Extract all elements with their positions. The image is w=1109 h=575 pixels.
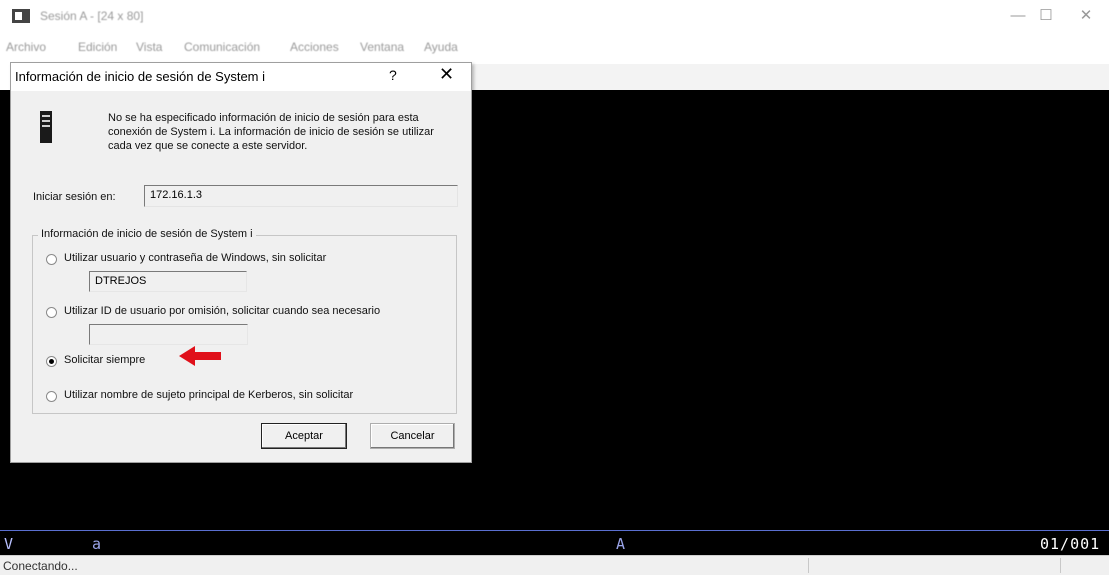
dialog-title: Información de inicio de sesión de Syste… <box>15 69 266 84</box>
menubar: Archivo Edición Vista Comunicación Accio… <box>0 34 1109 58</box>
dialog-message: No se ha especificado información de ini… <box>108 112 434 152</box>
annotation-arrow-icon <box>179 346 221 366</box>
connection-status: Conectando... <box>3 559 78 573</box>
accept-button[interactable]: Aceptar <box>261 423 347 449</box>
terminal-status-line: V a A 01/001 <box>0 530 1109 556</box>
windows-user-field: DTREJOS <box>89 271 247 292</box>
host-field: 172.16.1.3 <box>144 185 458 207</box>
cursor-position: 01/001 <box>1040 535 1101 553</box>
dialog-titlebar: Información de inicio de sesión de Syste… <box>11 63 471 91</box>
menu-edicion[interactable]: Edición <box>78 40 117 54</box>
group-label: Información de inicio de sesión de Syste… <box>38 228 256 240</box>
windows-user-value: DTREJOS <box>95 275 147 287</box>
dialog-close-button[interactable]: ✕ <box>439 64 454 85</box>
menu-vista[interactable]: Vista <box>136 40 162 54</box>
maximize-button[interactable]: ☐ <box>1026 4 1066 28</box>
status-left-mark: V <box>4 535 14 553</box>
menu-archivo[interactable]: Archivo <box>6 40 46 54</box>
sign-on-dialog: Información de inicio de sesión de Syste… <box>10 62 472 463</box>
help-button[interactable]: ? <box>389 67 397 83</box>
close-window-button[interactable]: ✕ <box>1066 4 1106 28</box>
default-userid-field <box>89 324 248 345</box>
menu-ventana[interactable]: Ventana <box>360 40 404 54</box>
radio-always-prompt[interactable] <box>46 356 57 367</box>
radio-kerberos[interactable] <box>46 391 57 402</box>
window-title: Sesión A - [24 x 80] <box>40 9 144 23</box>
menu-acciones[interactable]: Acciones <box>290 40 339 54</box>
system-i-server-icon <box>40 111 52 143</box>
radio-default-userid[interactable] <box>46 307 57 318</box>
window-titlebar: Sesión A - [24 x 80] — ☐ ✕ <box>0 0 1109 34</box>
bottom-status-bar: Conectando... <box>0 555 1109 575</box>
host-value: 172.16.1.3 <box>150 189 202 201</box>
cancel-button[interactable]: Cancelar <box>370 423 455 449</box>
menu-comunicacion[interactable]: Comunicación <box>184 40 260 54</box>
menu-ayuda[interactable]: Ayuda <box>424 40 458 54</box>
option-label-default-userid[interactable]: Utilizar ID de usuario por omisión, soli… <box>64 305 380 317</box>
host-label: Iniciar sesión en: <box>33 191 116 203</box>
option-label-windows[interactable]: Utilizar usuario y contraseña de Windows… <box>64 252 326 264</box>
option-label-always-prompt[interactable]: Solicitar siempre <box>64 354 145 366</box>
radio-windows-credentials[interactable] <box>46 254 57 265</box>
option-label-kerberos[interactable]: Utilizar nombre de sujeto principal de K… <box>64 389 353 401</box>
status-indicator-A: A <box>616 535 626 553</box>
app-icon <box>12 9 30 23</box>
status-indicator-a: a <box>92 535 102 553</box>
